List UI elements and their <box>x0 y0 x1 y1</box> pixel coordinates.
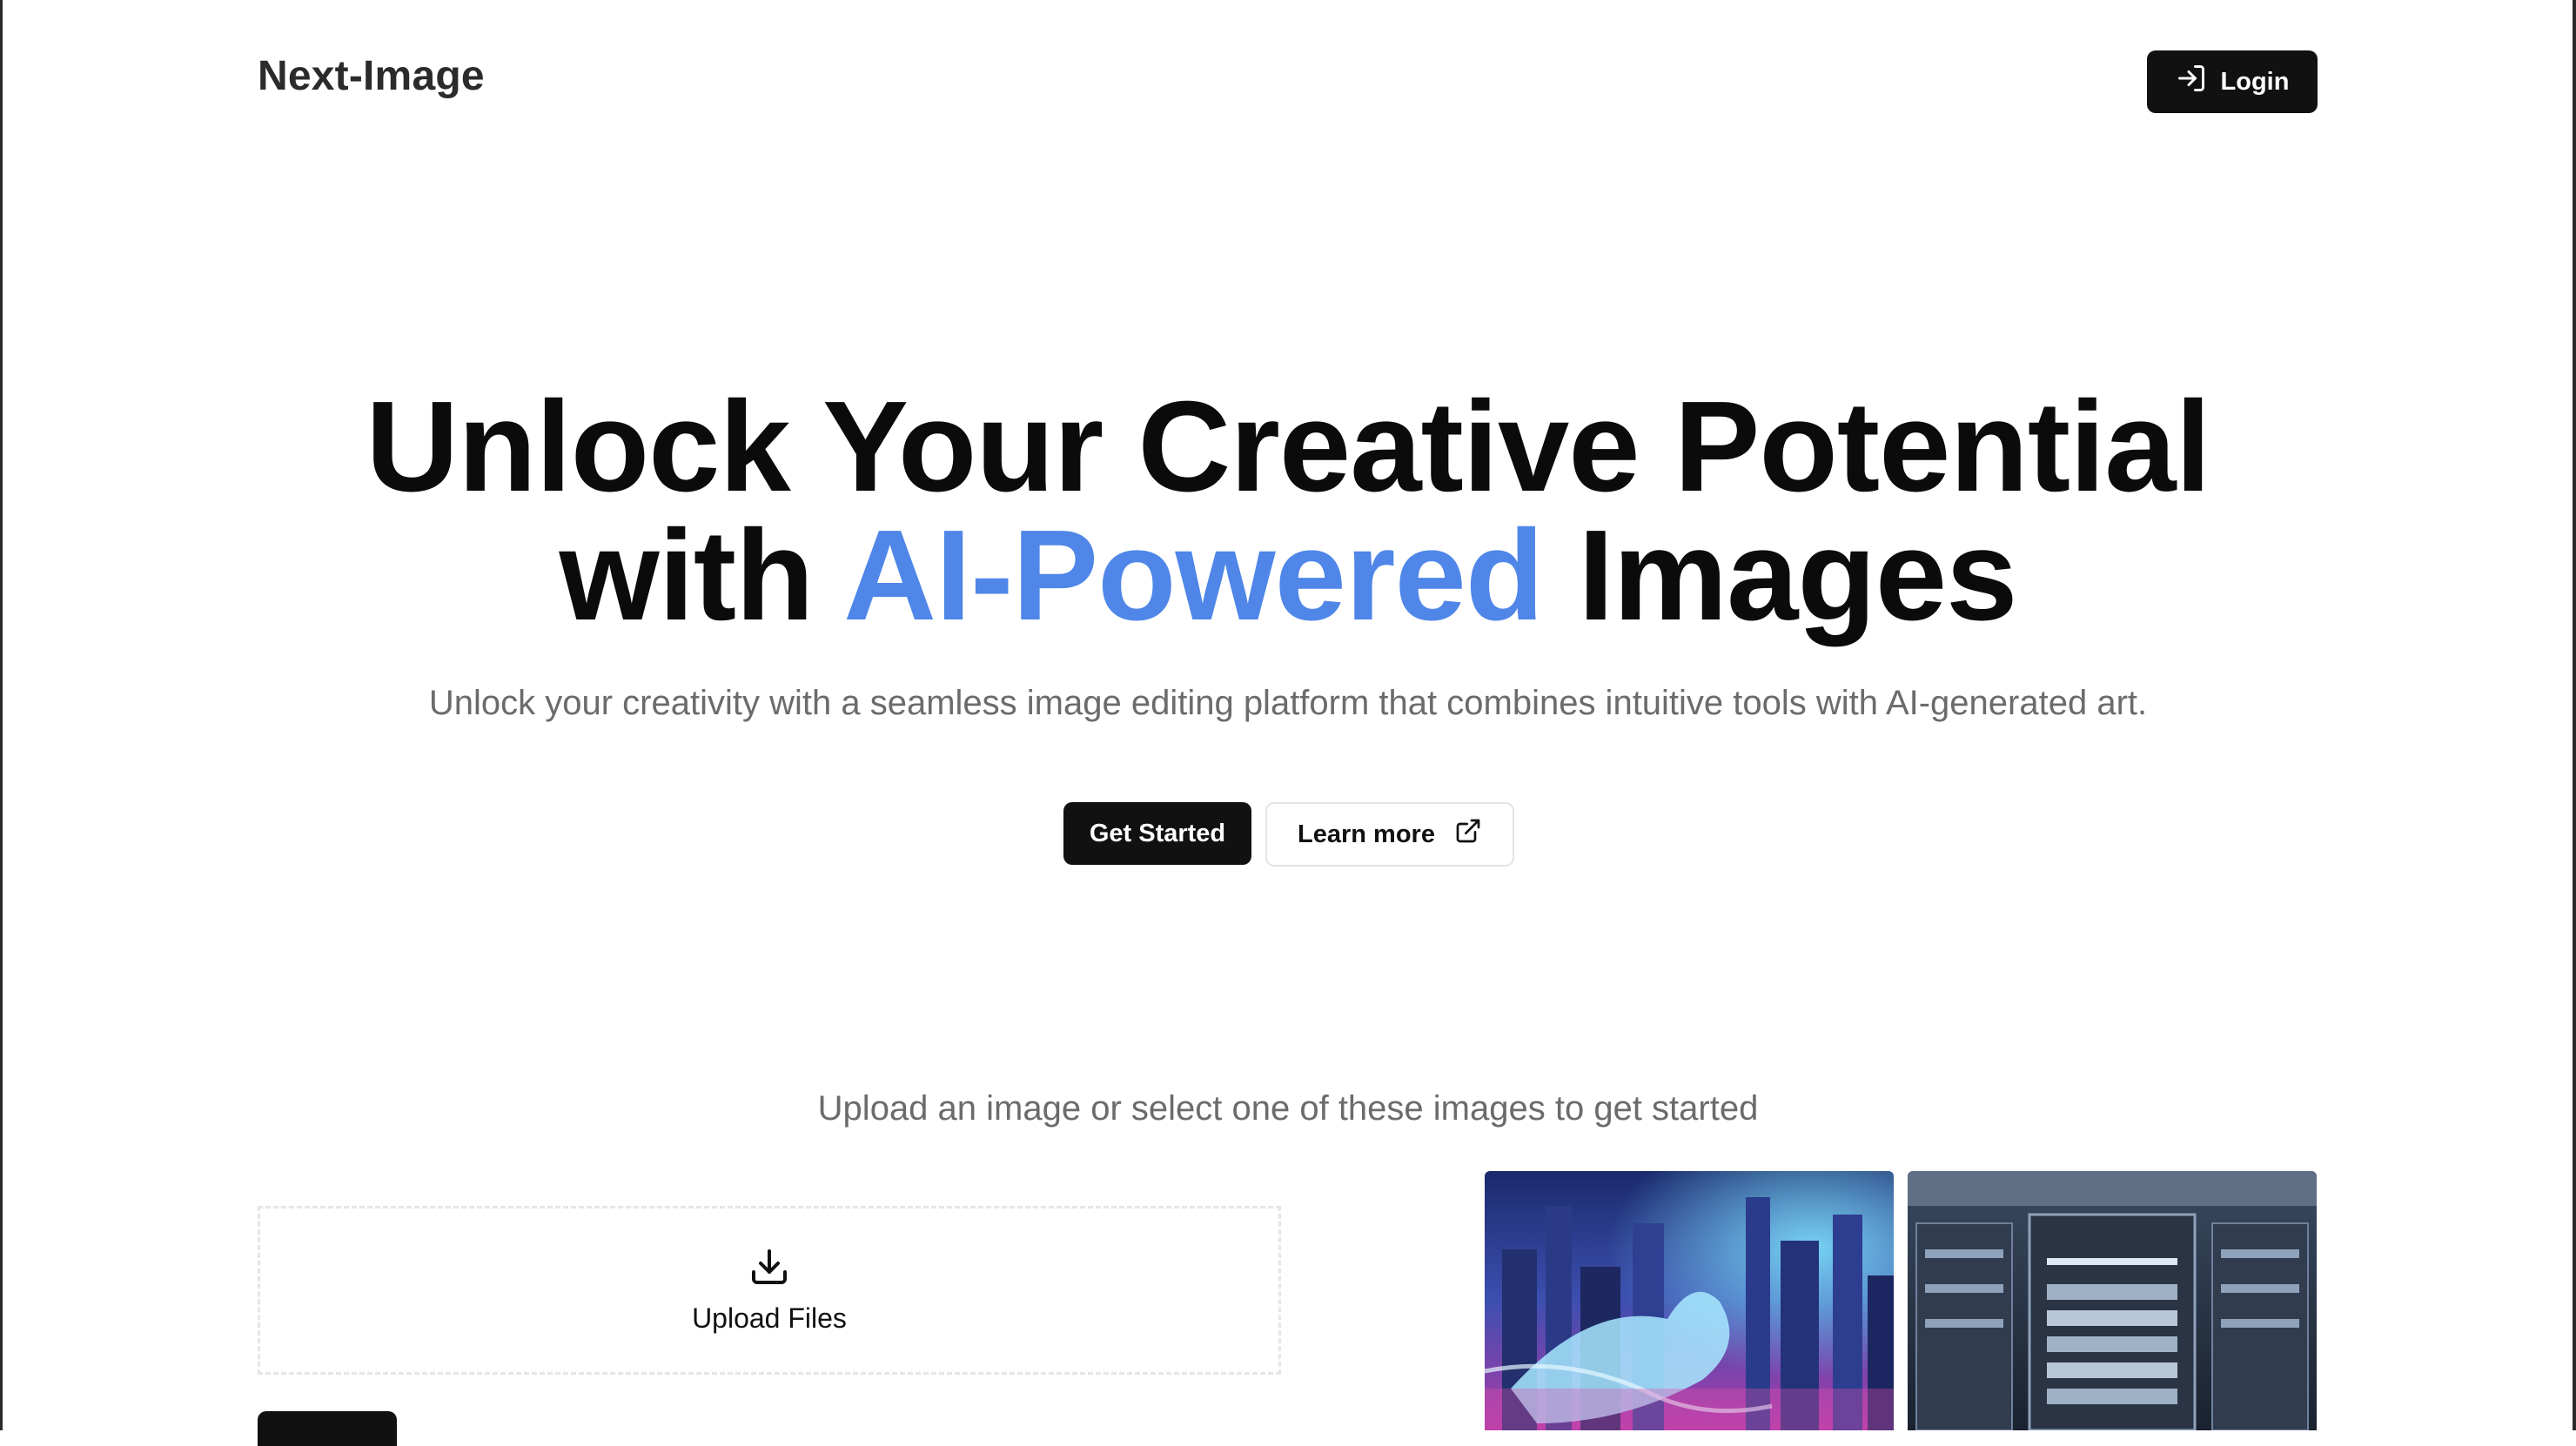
learn-more-button[interactable]: Learn more <box>1265 802 1514 867</box>
login-button[interactable]: Login <box>2147 50 2318 113</box>
sample-image-neon-cat-city[interactable] <box>1485 1171 1894 1430</box>
hero-title-post: Images <box>1543 504 2017 647</box>
hero-subtitle: Unlock your creativity with a seamless i… <box>428 684 2148 722</box>
neon-cat-city-image <box>1485 1171 1894 1430</box>
upload-files-label: Upload Files <box>692 1302 847 1334</box>
upload-caption: Upload an image or select one of these i… <box>817 1089 1759 1128</box>
upload-submit-button[interactable] <box>258 1411 397 1446</box>
server-rack-image <box>1908 1171 2317 1430</box>
login-icon <box>2176 63 2207 101</box>
upload-dropzone[interactable]: Upload Files <box>258 1206 1281 1375</box>
brand-logo-text[interactable]: Next-Image <box>258 52 485 100</box>
sample-image-server-rack[interactable] <box>1908 1171 2317 1430</box>
hero-title-pre: with <box>559 504 844 647</box>
hero-title-line1: Unlock Your Creative Potential <box>366 375 2210 519</box>
learn-more-label: Learn more <box>1298 820 1435 848</box>
external-link-icon <box>1454 817 1482 852</box>
get-started-button[interactable]: Get Started <box>1063 802 1251 865</box>
login-label: Login <box>2220 67 2290 96</box>
hero-title-line2: with AI-Powered Images <box>0 512 2576 640</box>
hero-title: Unlock Your Creative Potential with AI-P… <box>0 383 2576 640</box>
hero-title-accent: AI-Powered <box>843 504 1544 647</box>
hero-cta-row: Get Started Learn more <box>1063 802 1514 867</box>
download-icon <box>748 1246 790 1292</box>
